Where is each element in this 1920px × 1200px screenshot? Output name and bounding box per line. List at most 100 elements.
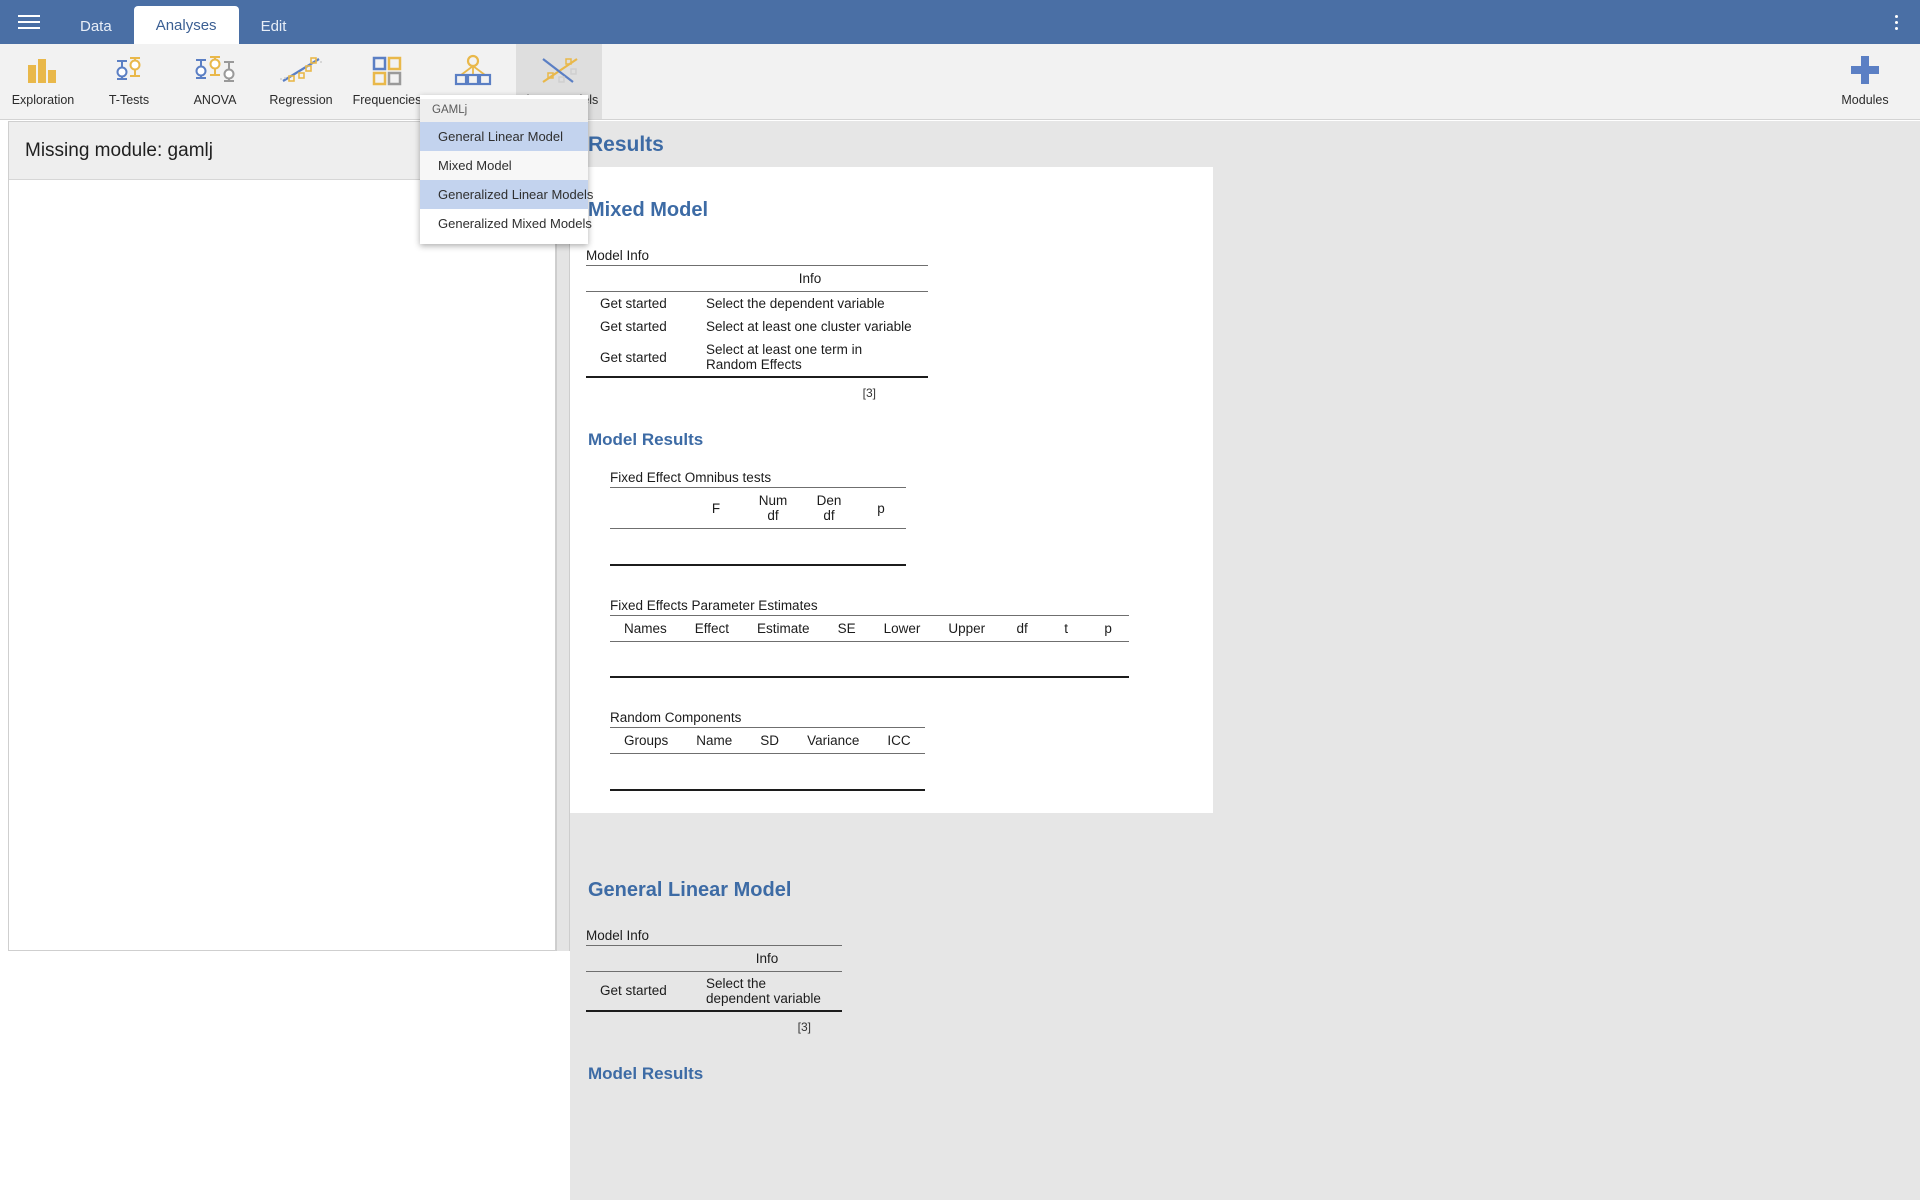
ribbon-item-modules[interactable]: Modules [1822, 44, 1908, 119]
col-header-p: p [856, 487, 906, 529]
section-heading-model-results-mixed: Model Results [588, 430, 704, 449]
table-caption: Model Info [586, 248, 650, 263]
plus-cross-icon [1848, 50, 1882, 90]
kebab-menu-icon[interactable] [1882, 8, 1910, 36]
ribbon-label-exploration: Exploration [11, 93, 75, 107]
col-header-effect: Effect [680, 614, 744, 642]
col-header-name: Name [682, 727, 747, 754]
ribbon-label-anova: ANOVA [193, 93, 237, 107]
scatter-trend-icon [275, 50, 327, 90]
analyses-ribbon: Exploration T-Tests ANOVA Regression Fre… [0, 44, 1920, 120]
ribbon-item-t-tests[interactable]: T-Tests [86, 44, 172, 119]
analysis-card-general-linear-model: General Linear Model Model Info Info Get… [570, 879, 1920, 1084]
table-model-info-glm: Model Info Info Get started Select the d… [586, 928, 1920, 1034]
tab-edit[interactable]: Edit [239, 8, 309, 44]
cell-label: Get started [600, 296, 667, 311]
jamovi-window: Data Analyses Edit Exploration T-Tests A… [0, 0, 1920, 1200]
table-fixed-effect-omnibus: Fixed Effect Omnibus tests F Num df Den … [610, 470, 1213, 566]
table-caption: Fixed Effect Omnibus tests [610, 470, 772, 485]
linear-models-dropdown-menu[interactable]: GAMLj General Linear Model Mixed Model G… [420, 95, 593, 244]
table-empty-body [610, 641, 1130, 678]
ribbon-label-frequencies: Frequencies [352, 93, 422, 107]
tab-edit-label: Edit [260, 17, 287, 35]
results-heading: Results [588, 133, 664, 156]
table-fixed-effects-parameter-estimates: Fixed Effects Parameter Estimates Names … [610, 597, 1213, 678]
panel-splitter[interactable] [556, 121, 570, 951]
results-panel[interactable]: Results Mixed Model Model Info Info Get … [570, 121, 1920, 1200]
ribbon-label-t-tests: T-Tests [108, 93, 150, 107]
menu-item-generalized-linear-models[interactable]: Generalized Linear Models [420, 180, 593, 209]
ribbon-label-modules: Modules [1841, 93, 1889, 107]
col-header-df: df [999, 614, 1046, 642]
cell-value: Select at least one cluster variable [706, 319, 912, 334]
table-row: Get started Select at least one term in … [586, 338, 928, 378]
table-model-info-mixed: Model Info Info Get started Select the d [586, 248, 1213, 400]
table-footnote: [3] [862, 386, 876, 400]
table-random-components: Random Components Groups Name SD Varianc… [610, 710, 1213, 791]
table-caption: Fixed Effects Parameter Estimates [610, 597, 818, 613]
col-header-t: t [1045, 614, 1088, 642]
col-header-names: Names [610, 614, 681, 642]
analysis-card-mixed-model: Mixed Model Model Info Info Get started … [570, 167, 1213, 813]
cell-value: Select at least one term in Random Effec… [692, 338, 928, 378]
table-row: Get started Select the dependent variabl… [586, 971, 842, 1012]
main-tabs: Data Analyses Edit [58, 0, 308, 44]
ribbon-item-anova[interactable]: ANOVA [172, 44, 258, 119]
col-header-blank [586, 944, 692, 972]
results-content: Results Mixed Model Model Info Info Get … [570, 121, 1920, 1084]
tab-data[interactable]: Data [58, 8, 134, 44]
analysis-options-body [9, 180, 555, 950]
title-bar: Data Analyses Edit [0, 0, 1920, 44]
table-caption: Model Info [586, 927, 650, 943]
col-header-lower: Lower [869, 614, 935, 642]
tab-data-label: Data [80, 17, 112, 35]
ribbon-item-frequencies[interactable]: Frequencies [344, 44, 430, 119]
cell-label: Get started [586, 338, 692, 378]
error-bars-icon [107, 50, 151, 90]
col-header-blank [610, 487, 688, 529]
menu-item-mixed-model[interactable]: Mixed Model [420, 151, 588, 180]
col-header-icc: ICC [873, 727, 925, 754]
table-empty-body [610, 528, 906, 566]
ribbon-item-regression[interactable]: Regression [258, 44, 344, 119]
factor-tree-icon [451, 50, 495, 90]
tab-analyses[interactable]: Analyses [133, 6, 239, 44]
splitter-grip [562, 536, 565, 566]
cell-label: Get started [586, 971, 692, 1012]
col-header-p: p [1087, 614, 1130, 642]
col-header-den-df: Den df [802, 487, 856, 529]
col-header-num-df: Num df [744, 487, 802, 529]
missing-module-title: Missing module: gamlj [25, 139, 213, 161]
cell-label: Get started [600, 319, 667, 334]
menu-group-header-gamlj: GAMLj [420, 99, 588, 122]
tab-analyses-label: Analyses [155, 16, 217, 34]
col-header-f: F [688, 487, 744, 529]
col-header-sd: SD [746, 727, 794, 754]
ribbon-item-exploration[interactable]: Exploration [0, 44, 86, 119]
results-gap [570, 813, 1920, 865]
cell-value: Select the dependent variable [692, 971, 842, 1012]
col-header-info: Info [692, 944, 842, 972]
table-caption: Random Components [610, 710, 742, 725]
menu-item-generalized-mixed-models[interactable]: Generalized Mixed Models [420, 209, 592, 238]
table-row: Get started Select the dependent variabl… [586, 292, 928, 316]
section-heading-general-linear-model: General Linear Model [588, 878, 792, 901]
cell-value: Select the dependent variable [706, 296, 885, 311]
table-footnote: [3] [797, 1019, 811, 1034]
col-header-estimate: Estimate [743, 614, 824, 642]
col-header-upper: Upper [934, 614, 1000, 642]
bar-chart-icon [23, 50, 63, 90]
section-heading-mixed-model: Mixed Model [588, 199, 709, 221]
col-header-se: SE [823, 614, 870, 642]
col-header-info: Info [692, 265, 928, 292]
ribbon-spacer [602, 44, 1822, 119]
table-row: Get started Select at least one cluster … [586, 315, 928, 338]
menu-item-general-linear-model[interactable]: General Linear Model [420, 122, 588, 151]
hamburger-icon[interactable] [0, 0, 58, 44]
error-bars-three-icon [189, 50, 241, 90]
linear-models-icon [533, 50, 585, 90]
four-squares-icon [367, 50, 407, 90]
col-header-variance: Variance [793, 727, 874, 754]
section-heading-model-results-glm: Model Results [588, 1063, 704, 1083]
table-empty-body [610, 753, 925, 791]
